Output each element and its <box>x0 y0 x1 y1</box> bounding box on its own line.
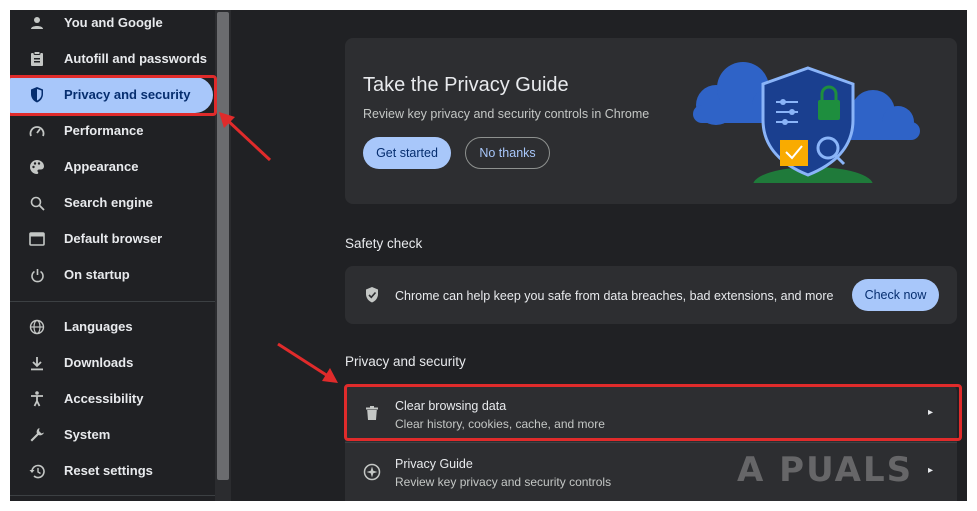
chevron-right-icon: ▸ <box>928 407 934 418</box>
red-arrow-icon <box>277 342 338 383</box>
sidebar-item-privacy-and-security[interactable]: Privacy and security <box>10 77 213 113</box>
sidebar-item-label: Reset settings <box>64 463 153 478</box>
clear-browsing-data-row[interactable] <box>345 384 957 442</box>
compass-icon <box>362 462 382 482</box>
sidebar-item-label: Default browser <box>64 231 163 246</box>
sidebar-item-label: Appearance <box>64 159 139 174</box>
scrollbar-thumb[interactable] <box>217 12 229 480</box>
wrench-icon <box>28 426 46 444</box>
sidebar-item-search-engine[interactable]: Search engine <box>10 185 217 221</box>
sidebar-item-appearance[interactable]: Appearance <box>10 149 217 185</box>
speedometer-icon <box>28 122 46 140</box>
sidebar-item-label: Accessibility <box>64 391 144 406</box>
sidebar-item-label: You and Google <box>64 15 163 30</box>
privacy-guide-illustration <box>693 62 920 190</box>
accessibility-icon <box>28 390 46 408</box>
privacy-guide-subtitle: Review key privacy and security controls… <box>363 107 650 121</box>
power-icon <box>28 266 46 284</box>
person-icon <box>28 14 46 32</box>
shield-icon <box>28 86 46 104</box>
sidebar-item-label: On startup <box>64 267 130 282</box>
shield-check-icon <box>362 285 382 305</box>
clear-browsing-data-title: Clear browsing data <box>395 399 507 413</box>
sidebar: You and Google Autofill and passwords Pr… <box>10 10 217 501</box>
search-icon <box>28 194 46 212</box>
sidebar-item-performance[interactable]: Performance <box>10 113 217 149</box>
sidebar-item-accessibility[interactable]: Accessibility <box>10 381 217 417</box>
sidebar-item-label: Autofill and passwords <box>64 51 208 66</box>
sidebar-divider <box>10 495 215 496</box>
trash-icon <box>362 403 382 423</box>
sidebar-item-reset-settings[interactable]: Reset settings <box>10 453 217 489</box>
sidebar-item-label: System <box>64 427 111 442</box>
sidebar-item-label: Downloads <box>64 355 134 370</box>
sidebar-item-languages[interactable]: Languages <box>10 309 217 345</box>
red-arrow-icon <box>219 112 272 162</box>
globe-icon <box>28 318 46 336</box>
safety-check-text: Chrome can help keep you safe from data … <box>395 289 834 303</box>
chevron-right-icon: ▸ <box>928 465 934 476</box>
appuals-watermark: A PUALS <box>737 450 914 490</box>
clipboard-icon <box>28 50 46 68</box>
history-icon <box>28 462 46 480</box>
sidebar-item-autofill[interactable]: Autofill and passwords <box>10 41 217 77</box>
privacy-guide-row-subtitle: Review key privacy and security controls <box>395 475 612 489</box>
browser-window-icon <box>28 230 46 248</box>
check-now-button[interactable]: Check now <box>852 279 939 311</box>
download-icon <box>28 354 46 372</box>
sidebar-item-label: Performance <box>64 123 144 138</box>
sidebar-divider <box>10 301 215 302</box>
sidebar-item-default-browser[interactable]: Default browser <box>10 221 217 257</box>
sidebar-item-on-startup[interactable]: On startup <box>10 257 217 293</box>
get-started-button[interactable]: Get started <box>363 137 451 169</box>
sidebar-item-you-and-google[interactable]: You and Google <box>10 10 217 41</box>
privacy-guide-row-title: Privacy Guide <box>395 457 473 471</box>
sidebar-item-label: Privacy and security <box>64 87 191 102</box>
no-thanks-button[interactable]: No thanks <box>465 137 550 169</box>
clear-browsing-data-subtitle: Clear history, cookies, cache, and more <box>395 417 605 431</box>
sidebar-item-label: Languages <box>64 319 133 334</box>
palette-icon <box>28 158 46 176</box>
privacy-section-title: Privacy and security <box>345 354 466 369</box>
safety-check-title: Safety check <box>345 236 423 251</box>
privacy-guide-title: Take the Privacy Guide <box>363 74 569 96</box>
sidebar-item-downloads[interactable]: Downloads <box>10 345 217 381</box>
settings-window: You and Google Autofill and passwords Pr… <box>10 10 967 501</box>
sidebar-item-label: Search engine <box>64 195 153 210</box>
sidebar-item-system[interactable]: System <box>10 417 217 453</box>
